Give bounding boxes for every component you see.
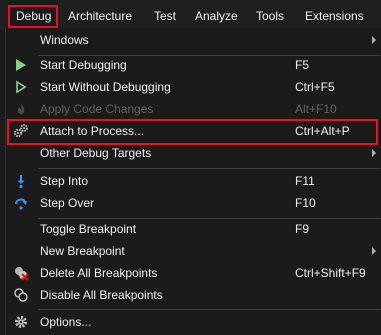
- menu-item-label: Step Over: [40, 196, 95, 210]
- menu-item-label: Start Debugging: [40, 58, 127, 72]
- submenu-arrow-icon: [372, 247, 376, 255]
- menu-item-label: Options...: [40, 315, 92, 329]
- menu-item-shortcut: Alt+F10: [295, 102, 337, 116]
- menu-bar: Debug Architecture Test Analyze Tools Ex…: [0, 0, 381, 30]
- menu-item-options[interactable]: Options...: [6, 311, 381, 333]
- submenu-arrow-icon: [372, 149, 376, 157]
- menu-item-windows[interactable]: Windows: [6, 29, 381, 51]
- menu-item-label: Step Into: [40, 174, 89, 188]
- menu-item-shortcut: F9: [295, 222, 310, 236]
- flame-icon: [17, 103, 25, 115]
- menu-item-label: Other Debug Targets: [40, 146, 152, 160]
- menu-debug[interactable]: Debug: [8, 0, 58, 30]
- menu-item-shortcut: F10: [295, 196, 316, 210]
- gears-icon: [13, 124, 28, 138]
- menu-tools[interactable]: Tools: [256, 0, 284, 30]
- menu-item-disable-all-breakpoints[interactable]: Disable All Breakpoints: [6, 284, 381, 306]
- menu-item-label: Start Without Debugging: [40, 80, 171, 94]
- menu-item-attach-to-process[interactable]: Attach to Process... Ctrl+Alt+P: [6, 120, 381, 142]
- submenu-arrow-icon: [372, 36, 376, 44]
- disable-breakpoints-icon: [14, 288, 28, 302]
- menu-item-label: Disable All Breakpoints: [40, 288, 163, 302]
- menu-separator: [38, 309, 380, 310]
- menu-test[interactable]: Test: [154, 0, 176, 30]
- gear-icon: [15, 316, 27, 328]
- menu-item-label: Toggle Breakpoint: [40, 222, 137, 236]
- menu-analyze[interactable]: Analyze: [195, 0, 238, 30]
- menu-item-other-debug-targets[interactable]: Other Debug Targets: [6, 142, 381, 164]
- menu-extensions[interactable]: Extensions: [305, 0, 364, 30]
- step-over-icon: [15, 198, 27, 210]
- menu-item-shortcut: F11: [295, 174, 315, 188]
- play-icon: [16, 59, 26, 71]
- menu-item-label: New Breakpoint: [40, 244, 125, 258]
- menu-item-shortcut: Ctrl+Alt+P: [295, 124, 350, 138]
- menu-item-start-without-debugging[interactable]: Start Without Debugging Ctrl+F5: [6, 76, 381, 98]
- menu-item-shortcut: F5: [295, 58, 310, 72]
- menu-item-label: Apply Code Changes: [40, 102, 154, 116]
- play-outline-icon: [16, 80, 27, 94]
- menu-item-shortcut: Ctrl+Shift+F9: [295, 266, 366, 280]
- menu-item-step-over[interactable]: Step Over F10: [6, 192, 381, 214]
- menu-item-label: Delete All Breakpoints: [40, 266, 158, 280]
- menu-item-new-breakpoint[interactable]: New Breakpoint: [6, 240, 381, 262]
- menu-item-label: Attach to Process...: [40, 124, 145, 138]
- debug-menu-dropdown: Windows Start Debugging F5 Start Without…: [5, 28, 381, 335]
- delete-breakpoints-icon: [15, 267, 29, 281]
- menu-item-apply-code-changes: Apply Code Changes Alt+F10: [6, 98, 381, 120]
- menu-item-start-debugging[interactable]: Start Debugging F5: [6, 54, 381, 76]
- menu-item-label: Windows: [40, 33, 89, 47]
- menu-separator: [38, 168, 380, 169]
- menu-item-step-into[interactable]: Step Into F11: [6, 170, 381, 192]
- menu-item-toggle-breakpoint[interactable]: Toggle Breakpoint F9: [6, 218, 381, 240]
- menu-architecture[interactable]: Architecture: [68, 0, 132, 30]
- menu-item-delete-all-breakpoints[interactable]: Delete All Breakpoints Ctrl+Shift+F9: [6, 262, 381, 284]
- menu-item-shortcut: Ctrl+F5: [295, 80, 335, 94]
- step-into-icon: [17, 175, 25, 189]
